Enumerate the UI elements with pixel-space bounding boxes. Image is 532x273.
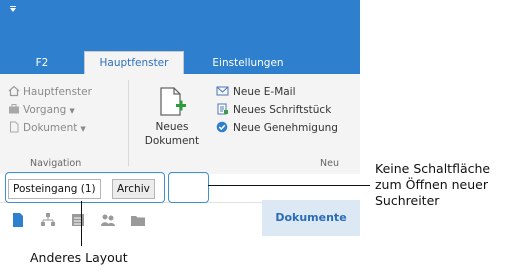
new-letter-label: Neues Schriftstück <box>233 104 332 116</box>
document-icon <box>10 121 19 133</box>
callout-right-line1: Keine Schaltfläche <box>375 161 491 176</box>
new-email-label: Neue E-Mail <box>233 86 296 98</box>
nav-hauptfenster-label: Hauptfenster <box>23 86 92 98</box>
nav-dokument-button[interactable]: Dokument ▼ <box>8 120 86 136</box>
letter-icon <box>217 103 228 115</box>
tab-hauptfenster[interactable]: Hauptfenster <box>84 51 184 75</box>
title-bar <box>0 0 360 48</box>
checkmark-icon <box>216 121 228 133</box>
document-icon[interactable] <box>10 212 26 228</box>
folder-icon[interactable] <box>130 212 146 228</box>
layout-highlight-box <box>5 172 165 203</box>
new-document-button[interactable]: Neues Dokument <box>140 120 204 148</box>
callout-leader-right <box>208 185 370 186</box>
callout-right-line3: Suchreiter <box>375 193 440 208</box>
new-document-icon[interactable] <box>158 86 188 118</box>
callout-right: Keine Schaltfläche zum Öffnen neuer Such… <box>375 161 490 209</box>
tab-f2[interactable]: F2 <box>22 52 62 74</box>
ribbon-panel: Hauptfenster Vorgang ▼ Dokument ▼ Navigati… <box>0 74 360 175</box>
users-icon[interactable] <box>100 212 116 228</box>
group-separator <box>128 80 129 166</box>
panel-title: Dokumente <box>262 200 360 236</box>
nav-vorgang-button[interactable]: Vorgang ▼ <box>8 102 75 118</box>
nav-dokument-label: Dokument <box>23 122 78 134</box>
new-document-label-line2: Dokument <box>144 135 200 147</box>
missing-button-highlight-box <box>168 172 209 203</box>
new-approval-label: Neue Genehmigung <box>233 122 338 134</box>
home-icon <box>8 85 20 97</box>
org-structure-icon[interactable] <box>40 212 56 228</box>
new-approval-button[interactable]: Neue Genehmigung <box>216 119 338 137</box>
new-letter-button[interactable]: Neues Schriftstück <box>216 101 331 119</box>
nav-hauptfenster-button[interactable]: Hauptfenster <box>8 84 92 100</box>
new-email-button[interactable]: Neue E-Mail <box>216 83 296 101</box>
quick-access-line <box>10 6 16 7</box>
new-document-label-line1: Neues <box>155 121 189 133</box>
callout-right-line2: zum Öffnen neuer <box>375 177 488 192</box>
callout-leader-bottom <box>81 201 82 246</box>
quick-access-dropdown-icon[interactable] <box>10 8 16 12</box>
application-window: F2 Hauptfenster Einstellungen Hauptfenst… <box>0 0 360 237</box>
chevron-down-icon: ▼ <box>80 125 86 133</box>
navigation-group-label: Navigation <box>30 158 82 169</box>
email-icon <box>216 86 229 96</box>
briefcase-icon <box>9 104 19 114</box>
nav-vorgang-label: Vorgang <box>23 104 67 116</box>
callout-bottom: Anderes Layout <box>30 250 128 265</box>
chevron-down-icon: ▼ <box>69 107 75 115</box>
list-icon[interactable] <box>70 212 86 228</box>
ribbon-tab-row: F2 Hauptfenster Einstellungen <box>0 48 360 75</box>
neu-group-label: Neu <box>320 158 339 169</box>
tab-einstellungen[interactable]: Einstellungen <box>204 52 292 74</box>
